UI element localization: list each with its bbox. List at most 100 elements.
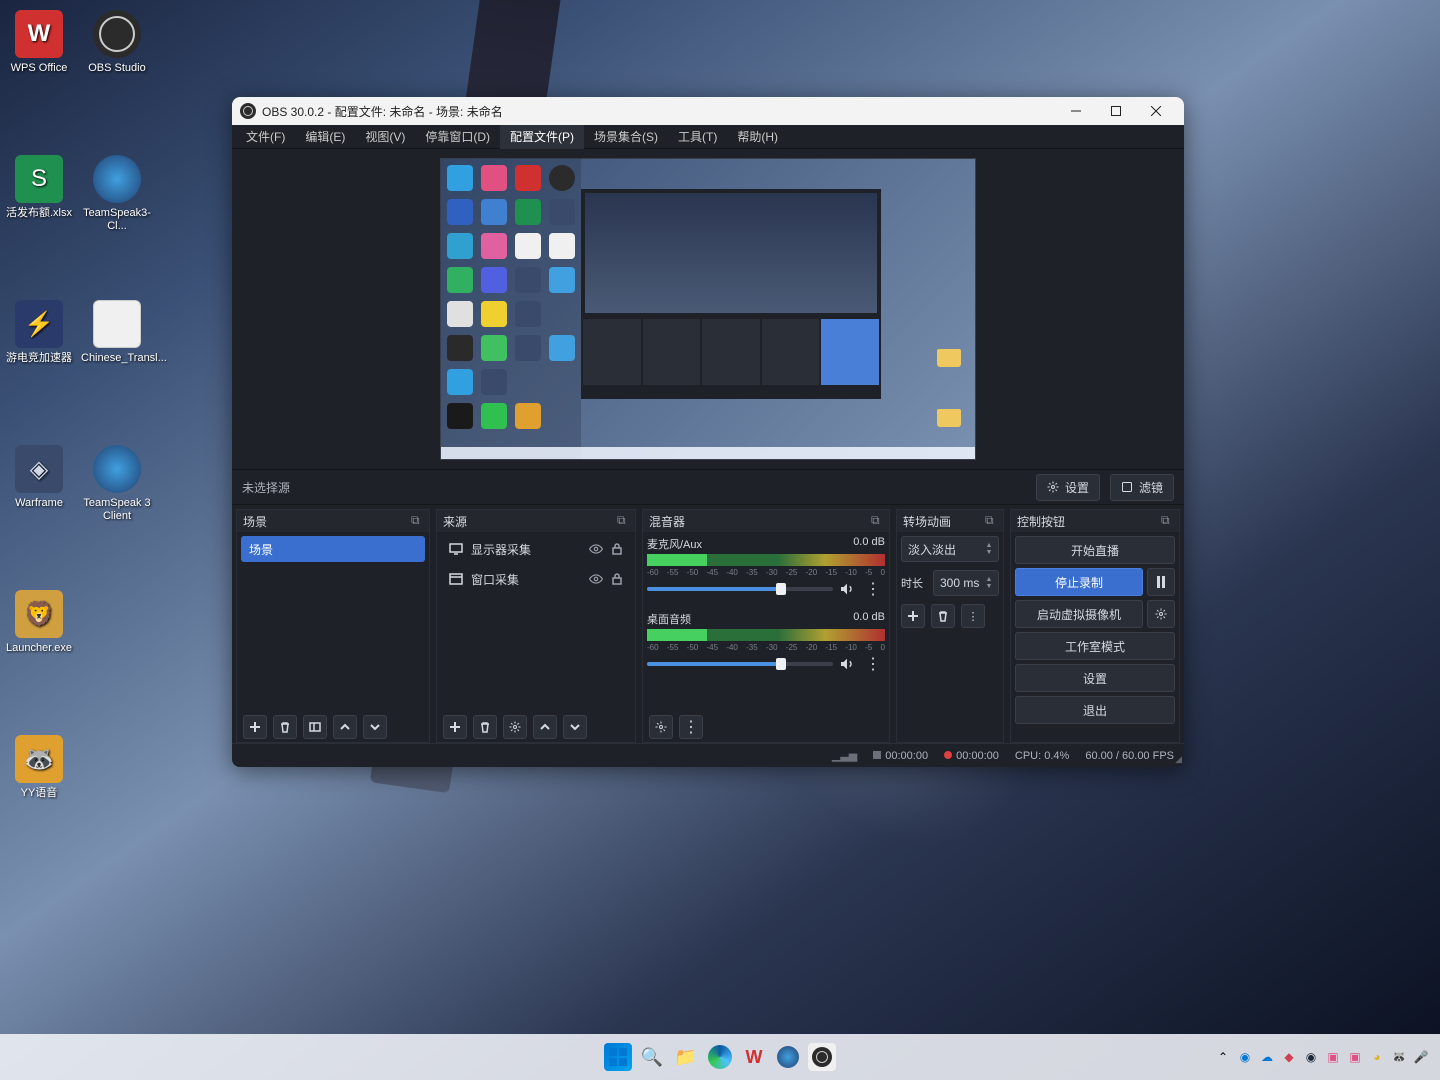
menu-view[interactable]: 视图(V) xyxy=(355,125,415,149)
tray-icon[interactable]: ◕ xyxy=(1368,1048,1386,1066)
pause-record-button[interactable] xyxy=(1147,568,1175,596)
popout-icon[interactable]: ⧉ xyxy=(411,513,425,527)
lock-icon[interactable] xyxy=(611,572,623,586)
tray-chevron-icon[interactable]: ⌃ xyxy=(1214,1048,1232,1066)
source-settings-button[interactable]: 设置 xyxy=(1036,474,1100,501)
lock-icon[interactable] xyxy=(611,542,623,556)
taskbar-search[interactable]: 🔍 xyxy=(638,1043,666,1071)
transition-type-select[interactable]: 淡入淡出 ▲▼ xyxy=(901,536,999,562)
remove-source-button[interactable] xyxy=(473,715,497,739)
sources-dock: 来源 ⧉ 显示器采集 窗口采集 xyxy=(436,509,636,743)
scene-up-button[interactable] xyxy=(333,715,357,739)
menu-docks[interactable]: 停靠窗口(D) xyxy=(415,125,500,149)
resize-grip-icon[interactable]: ◢ xyxy=(1175,754,1182,765)
studio-mode-button[interactable]: 工作室模式 xyxy=(1015,632,1175,660)
desktop-icon-launcher[interactable]: 🦁Launcher.exe xyxy=(0,590,78,685)
close-button[interactable] xyxy=(1136,97,1176,125)
desktop-icon-chinese[interactable]: Chinese_Transl... xyxy=(78,300,156,395)
preview-area[interactable] xyxy=(232,149,1184,469)
exit-button[interactable]: 退出 xyxy=(1015,696,1175,724)
source-item-window[interactable]: 窗口采集 xyxy=(441,566,631,592)
minimize-button[interactable] xyxy=(1056,97,1096,125)
mixer-settings-button[interactable] xyxy=(649,715,673,739)
menu-help[interactable]: 帮助(H) xyxy=(727,125,788,149)
controls-dock: 控制按钮⧉ 开始直播 停止录制 启动虚拟摄像机 工作室模式 设置 退出 xyxy=(1010,509,1180,743)
desktop-icon-wps[interactable]: WWPS Office xyxy=(0,10,78,105)
preview-canvas[interactable] xyxy=(440,158,976,460)
transition-menu-button[interactable]: ⋮ xyxy=(961,604,985,628)
source-item-display[interactable]: 显示器采集 xyxy=(441,536,631,562)
scene-filter-button[interactable] xyxy=(303,715,327,739)
maximize-button[interactable] xyxy=(1096,97,1136,125)
window-title: OBS 30.0.2 - 配置文件: 未命名 - 场景: 未命名 xyxy=(262,103,503,120)
mixer-menu-button[interactable]: ⋮ xyxy=(679,715,703,739)
tray-icon[interactable]: ◆ xyxy=(1280,1048,1298,1066)
obs-window: OBS 30.0.2 - 配置文件: 未命名 - 场景: 未命名 文件(F) 编… xyxy=(232,97,1184,767)
channel-menu-button[interactable]: ⋮ xyxy=(861,652,885,676)
scenes-dock: 场景⧉ 场景 xyxy=(236,509,430,743)
transition-duration-input[interactable]: 300 ms ▲▼ xyxy=(933,570,999,596)
menu-scene-collection[interactable]: 场景集合(S) xyxy=(584,125,668,149)
tray-icon[interactable]: ▣ xyxy=(1346,1048,1364,1066)
popout-icon[interactable]: ⧉ xyxy=(1161,513,1175,527)
source-filters-button[interactable]: 滤镜 xyxy=(1110,474,1174,501)
start-stream-button[interactable]: 开始直播 xyxy=(1015,536,1175,564)
fps-display: 60.00 / 60.00 FPS xyxy=(1085,750,1174,762)
live-time: 00:00:00 xyxy=(885,750,928,762)
virtual-cam-settings-button[interactable] xyxy=(1147,600,1175,628)
chevron-updown-icon: ▲▼ xyxy=(982,537,996,561)
mixer-channel-mic: 麦克风/Aux0.0 dB -60-55-50-45-40-35-30-25-2… xyxy=(647,536,885,601)
tray-onedrive-icon[interactable]: ☁ xyxy=(1258,1048,1276,1066)
tray-steam-icon[interactable]: ◉ xyxy=(1302,1048,1320,1066)
speaker-icon[interactable] xyxy=(839,581,855,597)
channel-menu-button[interactable]: ⋮ xyxy=(861,577,885,601)
remove-transition-button[interactable] xyxy=(931,604,955,628)
volume-slider[interactable] xyxy=(647,587,833,591)
taskbar[interactable]: 🔍 📁 W ⌃ ◉ ☁ ◆ ◉ ▣ ▣ ◕ 🦝 🎤 xyxy=(0,1034,1440,1080)
desktop-icon-ts3cl[interactable]: TeamSpeak3-Cl... xyxy=(78,155,156,250)
popout-icon[interactable]: ⧉ xyxy=(985,513,999,527)
desktop-icon-xlsx[interactable]: S活发布额.xlsx xyxy=(0,155,78,250)
tray-mic-icon[interactable]: 🎤 xyxy=(1412,1048,1430,1066)
tray-icon[interactable]: ◉ xyxy=(1236,1048,1254,1066)
remove-scene-button[interactable] xyxy=(273,715,297,739)
source-down-button[interactable] xyxy=(563,715,587,739)
source-props-button[interactable] xyxy=(503,715,527,739)
speaker-icon[interactable] xyxy=(839,656,855,672)
menu-file[interactable]: 文件(F) xyxy=(236,125,295,149)
desktop-icon-ts3[interactable]: TeamSpeak 3 Client xyxy=(78,445,156,540)
taskbar-obs[interactable] xyxy=(808,1043,836,1071)
sources-title: 来源 xyxy=(443,513,467,530)
settings-button[interactable]: 设置 xyxy=(1015,664,1175,692)
start-button[interactable] xyxy=(604,1043,632,1071)
tray-yy-icon[interactable]: 🦝 xyxy=(1390,1048,1408,1066)
volume-slider[interactable] xyxy=(647,662,833,666)
source-up-button[interactable] xyxy=(533,715,557,739)
desktop-icon-warframe[interactable]: ◈Warframe xyxy=(0,445,78,540)
tray-icon[interactable]: ▣ xyxy=(1324,1048,1342,1066)
stop-record-button[interactable]: 停止录制 xyxy=(1015,568,1143,596)
virtual-cam-button[interactable]: 启动虚拟摄像机 xyxy=(1015,600,1143,628)
titlebar[interactable]: OBS 30.0.2 - 配置文件: 未命名 - 场景: 未命名 xyxy=(232,97,1184,125)
menu-tools[interactable]: 工具(T) xyxy=(668,125,727,149)
eye-icon[interactable] xyxy=(589,572,603,586)
desktop-icon-obs[interactable]: OBS Studio xyxy=(78,10,156,105)
taskbar-explorer[interactable]: 📁 xyxy=(672,1043,700,1071)
scene-item[interactable]: 场景 xyxy=(241,536,425,562)
popout-icon[interactable]: ⧉ xyxy=(617,513,631,527)
scene-down-button[interactable] xyxy=(363,715,387,739)
desktop-icon-accel[interactable]: ⚡游电竞加速器 xyxy=(0,300,78,395)
eye-icon[interactable] xyxy=(589,542,603,556)
add-scene-button[interactable] xyxy=(243,715,267,739)
system-tray[interactable]: ⌃ ◉ ☁ ◆ ◉ ▣ ▣ ◕ 🦝 🎤 xyxy=(1214,1048,1440,1066)
popout-icon[interactable]: ⧉ xyxy=(871,513,885,527)
taskbar-edge[interactable] xyxy=(706,1043,734,1071)
transitions-title: 转场动画 xyxy=(903,513,951,530)
add-transition-button[interactable] xyxy=(901,604,925,628)
menu-edit[interactable]: 编辑(E) xyxy=(295,125,355,149)
add-source-button[interactable] xyxy=(443,715,467,739)
taskbar-app[interactable] xyxy=(774,1043,802,1071)
desktop-icon-yy[interactable]: 🦝YY语音 xyxy=(0,735,78,830)
taskbar-wps[interactable]: W xyxy=(740,1043,768,1071)
menu-profile[interactable]: 配置文件(P) xyxy=(500,125,584,149)
